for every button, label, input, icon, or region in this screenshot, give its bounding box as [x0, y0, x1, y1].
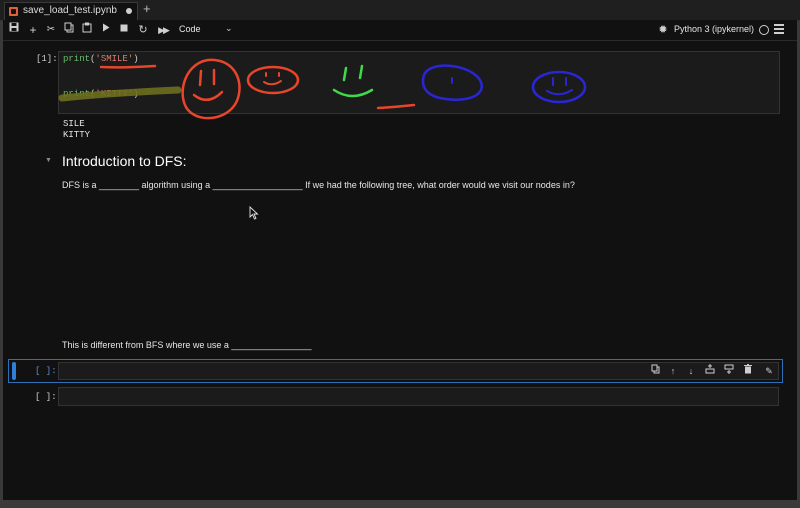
red-smiley-mouth — [192, 90, 224, 101]
red-smiley-face — [181, 58, 241, 120]
small-red-smiley-mouth — [263, 80, 282, 86]
green-smiley-eye — [358, 64, 364, 80]
green-smiley-eye — [342, 66, 348, 82]
olive-highlight-stroke — [58, 86, 182, 102]
red-smiley-eye — [198, 69, 203, 87]
freehand-annotations — [58, 58, 587, 120]
blue-smiley-face — [531, 70, 587, 104]
green-smiley-mouth — [332, 88, 374, 98]
small-red-smiley-face — [246, 65, 300, 95]
blue-smiley-mouth — [546, 89, 573, 96]
mouse-cursor-icon — [249, 206, 259, 220]
red-underline-stroke — [99, 64, 157, 69]
red-dash-stroke — [376, 103, 416, 110]
